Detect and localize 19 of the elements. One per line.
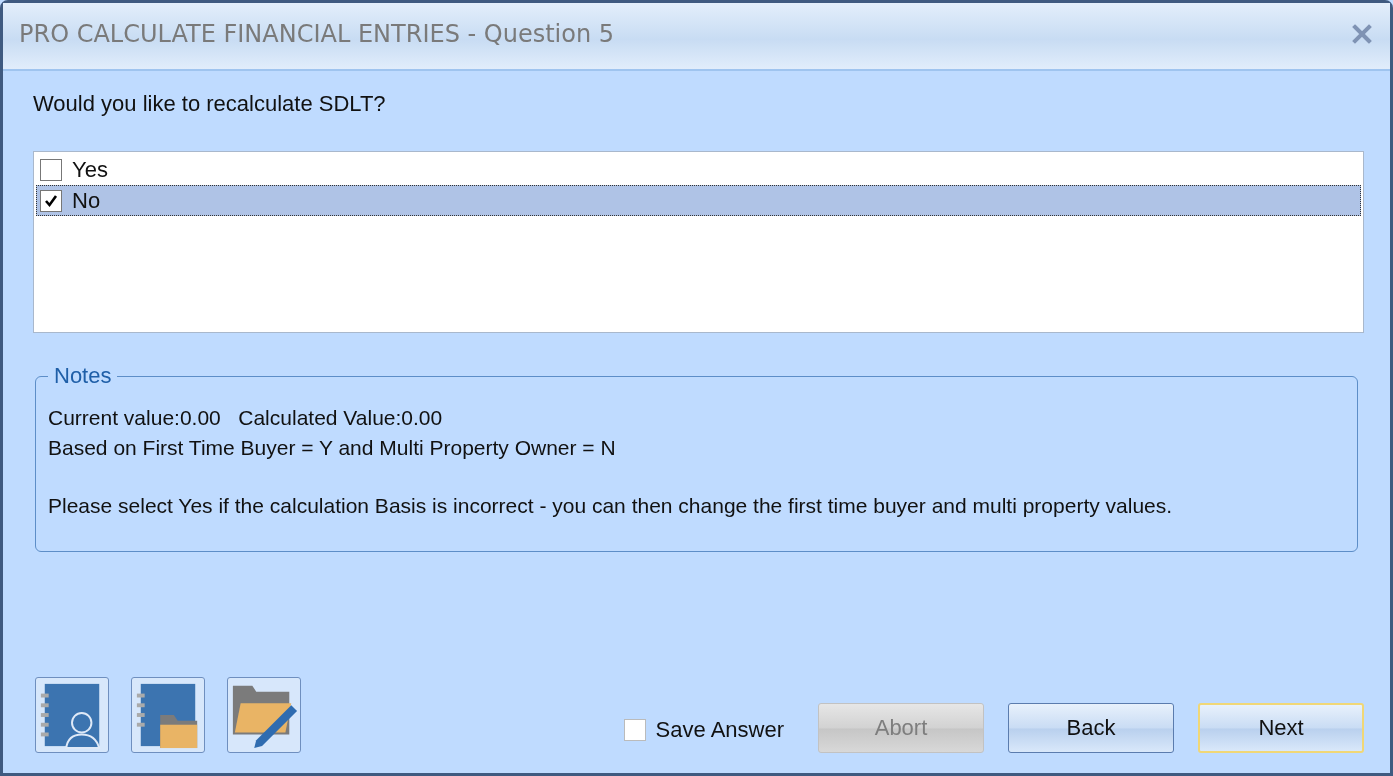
contact-book-icon[interactable] — [35, 677, 109, 753]
dialog-button[interactable]: Back — [1008, 703, 1174, 753]
notes-legend: Notes — [48, 363, 118, 389]
dialog-button[interactable]: Next — [1198, 703, 1364, 753]
checkbox[interactable] — [40, 158, 62, 181]
question-text: Would you like to recalculate SDLT? — [33, 91, 387, 117]
book-folder-icon[interactable] — [131, 677, 205, 753]
checkbox[interactable] — [40, 189, 62, 212]
note-paragraph: Please select Yes if the calculation Basis is incorrect - you can then change the first time buyer and multi property values. — [48, 493, 1174, 519]
note-text: Current value:0.00 Calculated Value:0.00 — [48, 405, 444, 431]
answer-option[interactable]: Yes — [36, 154, 1361, 185]
option-label: Yes — [72, 156, 108, 183]
save-answer-checkbox[interactable]: Save Answer — [623, 717, 784, 743]
note-text: Based on First Time Buyer = Y and Multi Property Owner = N — [48, 435, 617, 461]
window-title: PRO CALCULATE FINANCIAL ENTRIES - Question 5 — [19, 20, 615, 48]
close-icon[interactable] — [1352, 24, 1372, 44]
answer-option[interactable]: No — [36, 185, 1361, 216]
option-label: No — [72, 187, 101, 214]
folder-pencil-icon[interactable] — [227, 677, 301, 753]
